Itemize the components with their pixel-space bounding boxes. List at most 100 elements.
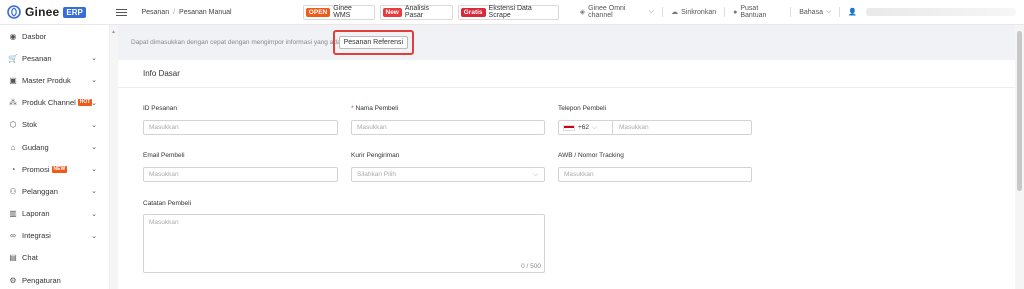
buyer-notes-textarea[interactable]: Masukkan 0 / 500 (143, 214, 545, 273)
required-mark: * (351, 105, 354, 112)
chevron-down-icon: ⌵ (825, 8, 832, 15)
sidebar-item-chat[interactable]: ▤ Chat (0, 247, 109, 269)
buyer-phone-label: Telepon Pembeli (558, 105, 607, 112)
courier-select[interactable]: Silahkan Pilih ⌵ (351, 167, 545, 182)
stock-icon: ⬡ (9, 120, 17, 130)
sidebar-item-label: Pesanan (22, 53, 52, 63)
sidebar-item-produk-channel[interactable]: ⁂ Produk Channel HOT ⌄ (0, 92, 109, 114)
promo-label: Ekstensi Data Scrape (488, 5, 532, 19)
sidebar-item-stok[interactable]: ⬡ Stok ⌄ (0, 114, 109, 136)
buyer-email-input[interactable]: Masukkan (143, 167, 338, 182)
chevron-down-icon: ⌄ (91, 188, 97, 196)
promo-tag: New (382, 7, 402, 17)
logo-text: Ginee (25, 5, 60, 19)
order-id-input[interactable]: Masukkan (143, 120, 338, 135)
buyer-name-label-text: Nama Pembeli (355, 105, 399, 112)
sidebar-item-pelanggan[interactable]: ⚇ Pelanggan ⌄ (0, 180, 109, 202)
sidebar-item-label: Master Produk (22, 75, 71, 85)
gear-icon: ⚙ (9, 275, 17, 285)
courier-label: Kurir Pengiriman (351, 152, 400, 159)
sidebar-scrollbar[interactable]: ▲ (110, 25, 118, 289)
user-icon: 👤 (848, 9, 857, 16)
sidebar-item-label: Integrasi (22, 231, 51, 241)
sidebar-item-dasbor[interactable]: ◉ Dasbor (0, 25, 109, 47)
sync-button[interactable]: ☁ Sinkronkan (663, 7, 726, 17)
import-info-text: Dapat dimasukkan dengan cepat dengan men… (131, 39, 341, 46)
awb-input[interactable]: Masukkan (558, 167, 752, 182)
omni-channel-menu[interactable]: ◈ Ginee Omni channel ⌵ (572, 5, 664, 19)
scrollbar-thumb[interactable] (1017, 31, 1022, 191)
indonesia-flag-icon (563, 124, 575, 131)
top-bar: Ginee ERP Pesanan / Pesanan Manual OPEN … (0, 0, 1024, 25)
link-icon: ∞ (10, 231, 16, 241)
chart-icon: ▥ (9, 209, 17, 219)
help-icon: ● (733, 8, 738, 16)
language-label: Bahasa (799, 8, 823, 16)
sidebar-item-gudang[interactable]: ⌂ Gudang ⌄ (0, 136, 109, 158)
char-counter: 0 / 500 (521, 263, 541, 270)
sidebar-item-label: Gudang (22, 142, 49, 152)
chevron-down-icon: ⌄ (91, 232, 97, 240)
menu-toggle-icon[interactable] (115, 7, 128, 18)
import-info-bar: Dapat dimasukkan dengan cepat dengan men… (118, 25, 1015, 60)
chevron-down-icon: ⌄ (91, 210, 97, 218)
promo-label: Analisis Pasar (404, 5, 429, 19)
channel-icon: ⁂ (9, 98, 17, 108)
sidebar-item-label: Stok (22, 120, 38, 130)
buyer-email-label: Email Pembeli (143, 152, 185, 159)
sidebar-item-label: Laporan (22, 209, 50, 219)
sidebar-item-label: Pelanggan (22, 186, 58, 196)
top-right-nav: ◈ Ginee Omni channel ⌵ ☁ Sinkronkan ● Pu… (572, 5, 1024, 19)
reference-order-highlight: Pesanan Referensi (332, 30, 415, 55)
logo-erp-badge: ERP (63, 6, 86, 18)
breadcrumb-current: Pesanan Manual (179, 8, 232, 16)
main-content: Dapat dimasukkan dengan cepat dengan men… (118, 25, 1015, 289)
users-icon: ⚇ (9, 186, 17, 196)
order-id-label: ID Pesanan (143, 105, 177, 112)
chevron-down-icon: ⌄ (91, 121, 97, 129)
sidebar-item-pesanan[interactable]: 🛒 Pesanan ⌄ (0, 47, 109, 69)
buyer-name-input[interactable]: Masukkan (351, 120, 545, 135)
help-center-link[interactable]: ● Pusat Bantuan (725, 5, 792, 19)
sidebar-item-laporan[interactable]: ▥ Laporan ⌄ (0, 203, 109, 225)
logo[interactable]: Ginee ERP (0, 0, 108, 25)
basic-info-card: Info Dasar ID Pesanan Masukkan * Nama Pem… (118, 60, 1015, 289)
language-select[interactable]: Bahasa ⌵ (791, 7, 841, 17)
warehouse-icon: ⌂ (10, 142, 16, 152)
new-badge: NEW (51, 165, 68, 173)
promo-icon: ◔ (10, 164, 16, 174)
user-menu[interactable]: 👤 (840, 7, 1024, 17)
cloud-sync-icon: ☁ (671, 9, 679, 16)
main-scrollbar[interactable] (1015, 25, 1024, 289)
chevron-down-icon: ⌄ (91, 166, 97, 174)
sidebar: ◉ Dasbor 🛒 Pesanan ⌄ ▣ Master Produk ⌄ ⁂… (0, 25, 110, 289)
card-title: Info Dasar (118, 60, 1015, 88)
promo-data-scrape[interactable]: Gratis Ekstensi Data Scrape (457, 4, 559, 20)
breadcrumb-parent[interactable]: Pesanan (141, 9, 169, 16)
help-label: Pusat Bantuan (740, 5, 767, 19)
breadcrumb: Pesanan / Pesanan Manual (141, 9, 302, 16)
chevron-down-icon: ⌵ (592, 123, 597, 131)
dashboard-icon: ◉ (9, 31, 17, 41)
reference-order-button[interactable]: Pesanan Referensi (338, 36, 409, 49)
country-code-select[interactable]: +62 ⌵ (559, 121, 613, 134)
sync-label: Sinkronkan (681, 8, 717, 16)
chevron-down-icon: ⌄ (91, 99, 97, 107)
sidebar-item-integrasi[interactable]: ∞ Integrasi ⌄ (0, 225, 109, 247)
promo-tag: OPEN (305, 7, 331, 17)
sidebar-item-master-produk[interactable]: ▣ Master Produk ⌄ (0, 69, 109, 91)
buyer-name-label: * Nama Pembeli (351, 105, 398, 112)
awb-label: AWB / Nomor Tracking (558, 152, 624, 159)
omni-icon: ◈ (579, 9, 586, 16)
chevron-down-icon: ⌄ (91, 77, 97, 85)
scroll-up-icon[interactable]: ▲ (111, 29, 116, 35)
sidebar-item-label: Promosi (22, 164, 50, 174)
chevron-down-icon: ⌵ (648, 8, 655, 15)
sidebar-item-promosi[interactable]: ◔ Promosi NEW ⌄ (0, 158, 109, 180)
promo-wms[interactable]: OPEN Ginee WMS (302, 4, 375, 20)
ginee-logo-icon (7, 5, 21, 19)
promo-market-analysis[interactable]: New Analisis Pasar (379, 4, 453, 20)
user-name-redacted (866, 8, 1016, 16)
phone-input[interactable]: Masukkan (613, 124, 649, 131)
sidebar-item-pengaturan[interactable]: ⚙ Pengaturan (0, 269, 109, 289)
